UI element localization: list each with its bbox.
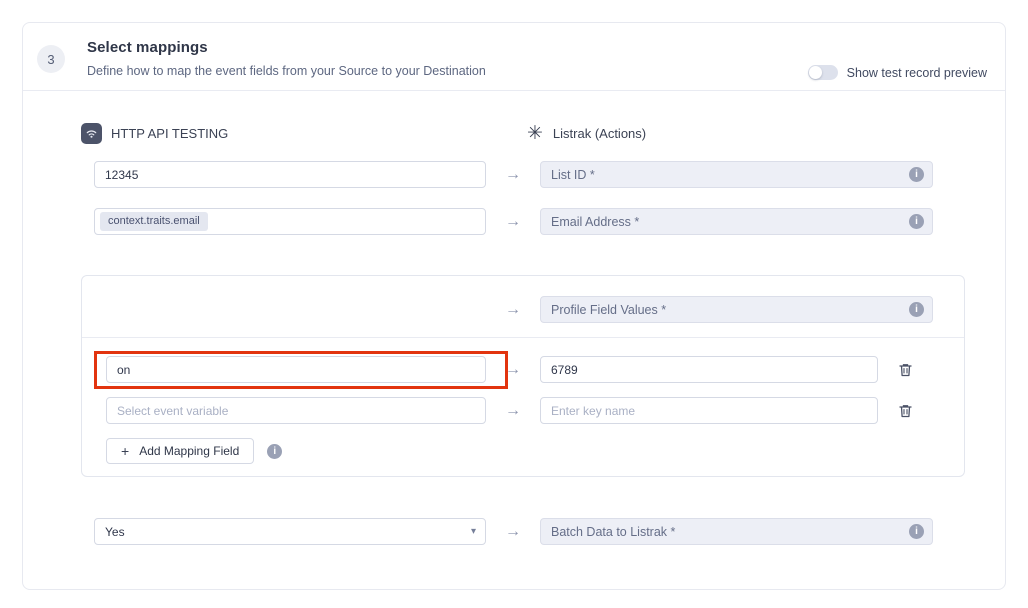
arrow-icon: → bbox=[486, 166, 540, 184]
destination-field-label: Batch Data to Listrak * bbox=[551, 525, 675, 539]
destination-column-header: ✳ Listrak (Actions) bbox=[527, 124, 920, 143]
column-headers: HTTP API TESTING ✳ Listrak (Actions) bbox=[81, 123, 965, 144]
delete-row-button[interactable] bbox=[878, 362, 933, 378]
batch-select[interactable]: Yes ▾ bbox=[94, 518, 486, 545]
trash-icon bbox=[898, 362, 913, 378]
mapping-row-email: context.traits.email → Email Address * i bbox=[94, 208, 965, 235]
destination-field-label: Email Address * bbox=[551, 215, 639, 229]
batch-destination-field: Batch Data to Listrak * i bbox=[540, 518, 933, 545]
info-icon[interactable]: i bbox=[267, 444, 282, 459]
list-id-destination-field: List ID * i bbox=[540, 161, 933, 188]
list-id-source-input[interactable] bbox=[94, 161, 486, 188]
page-title: Select mappings bbox=[87, 39, 486, 56]
mapping-pair-row: → bbox=[94, 397, 952, 424]
mappings-content: HTTP API TESTING ✳ Listrak (Actions) → L… bbox=[23, 91, 1005, 545]
toggle-label: Show test record preview bbox=[847, 66, 987, 80]
arrow-icon: → bbox=[486, 361, 540, 379]
card-header: 3 Select mappings Define how to map the … bbox=[23, 23, 1005, 91]
trash-icon bbox=[898, 403, 913, 419]
destination-name: Listrak (Actions) bbox=[553, 126, 646, 141]
arrow-icon: → bbox=[486, 402, 540, 420]
group-body: → bbox=[82, 338, 964, 476]
mapping-row-batch: Yes ▾ → Batch Data to Listrak * i bbox=[94, 518, 965, 545]
arrow-icon: → bbox=[486, 301, 540, 319]
event-variable-token[interactable]: context.traits.email bbox=[100, 212, 208, 231]
select-mappings-card: 3 Select mappings Define how to map the … bbox=[22, 22, 1006, 590]
event-variable-input[interactable] bbox=[106, 356, 486, 383]
mapping-pair-row: → bbox=[94, 356, 952, 383]
event-variable-input[interactable] bbox=[106, 397, 486, 424]
arrow-icon: → bbox=[486, 523, 540, 541]
step-number-badge: 3 bbox=[37, 45, 65, 73]
add-mapping-field-button[interactable]: + Add Mapping Field bbox=[106, 438, 254, 464]
listrak-asterisk-icon: ✳ bbox=[527, 124, 543, 143]
key-name-input[interactable] bbox=[540, 397, 878, 424]
profile-field-values-group: → Profile Field Values * i → bbox=[81, 275, 965, 477]
info-icon[interactable]: i bbox=[909, 524, 924, 539]
info-icon[interactable]: i bbox=[909, 214, 924, 229]
email-source-input[interactable]: context.traits.email bbox=[94, 208, 486, 235]
source-column-header: HTTP API TESTING bbox=[81, 123, 473, 144]
arrow-icon: → bbox=[486, 213, 540, 231]
destination-field-label: List ID * bbox=[551, 168, 595, 182]
show-test-record-preview-toggle[interactable]: Show test record preview bbox=[808, 65, 987, 80]
toggle-knob bbox=[809, 66, 822, 79]
mapping-row-list-id: → List ID * i bbox=[94, 161, 965, 188]
header-text: Select mappings Define how to map the ev… bbox=[87, 35, 486, 90]
plus-icon: + bbox=[121, 443, 129, 459]
key-name-input[interactable] bbox=[540, 356, 878, 383]
toggle-track[interactable] bbox=[808, 65, 838, 80]
batch-selected-value: Yes bbox=[105, 525, 125, 539]
page-subtitle: Define how to map the event fields from … bbox=[87, 64, 486, 78]
destination-field-label: Profile Field Values * bbox=[551, 303, 666, 317]
info-icon[interactable]: i bbox=[909, 302, 924, 317]
info-icon[interactable]: i bbox=[909, 167, 924, 182]
delete-row-button[interactable] bbox=[878, 403, 933, 419]
chevron-down-icon: ▾ bbox=[471, 526, 476, 537]
source-name: HTTP API TESTING bbox=[111, 126, 228, 141]
add-mapping-field-label: Add Mapping Field bbox=[139, 444, 239, 458]
profile-field-values-destination: Profile Field Values * i bbox=[540, 296, 933, 323]
group-header-row: → Profile Field Values * i bbox=[82, 276, 964, 338]
email-destination-field: Email Address * i bbox=[540, 208, 933, 235]
add-field-row: + Add Mapping Field i bbox=[106, 438, 952, 464]
http-api-source-icon bbox=[81, 123, 102, 144]
